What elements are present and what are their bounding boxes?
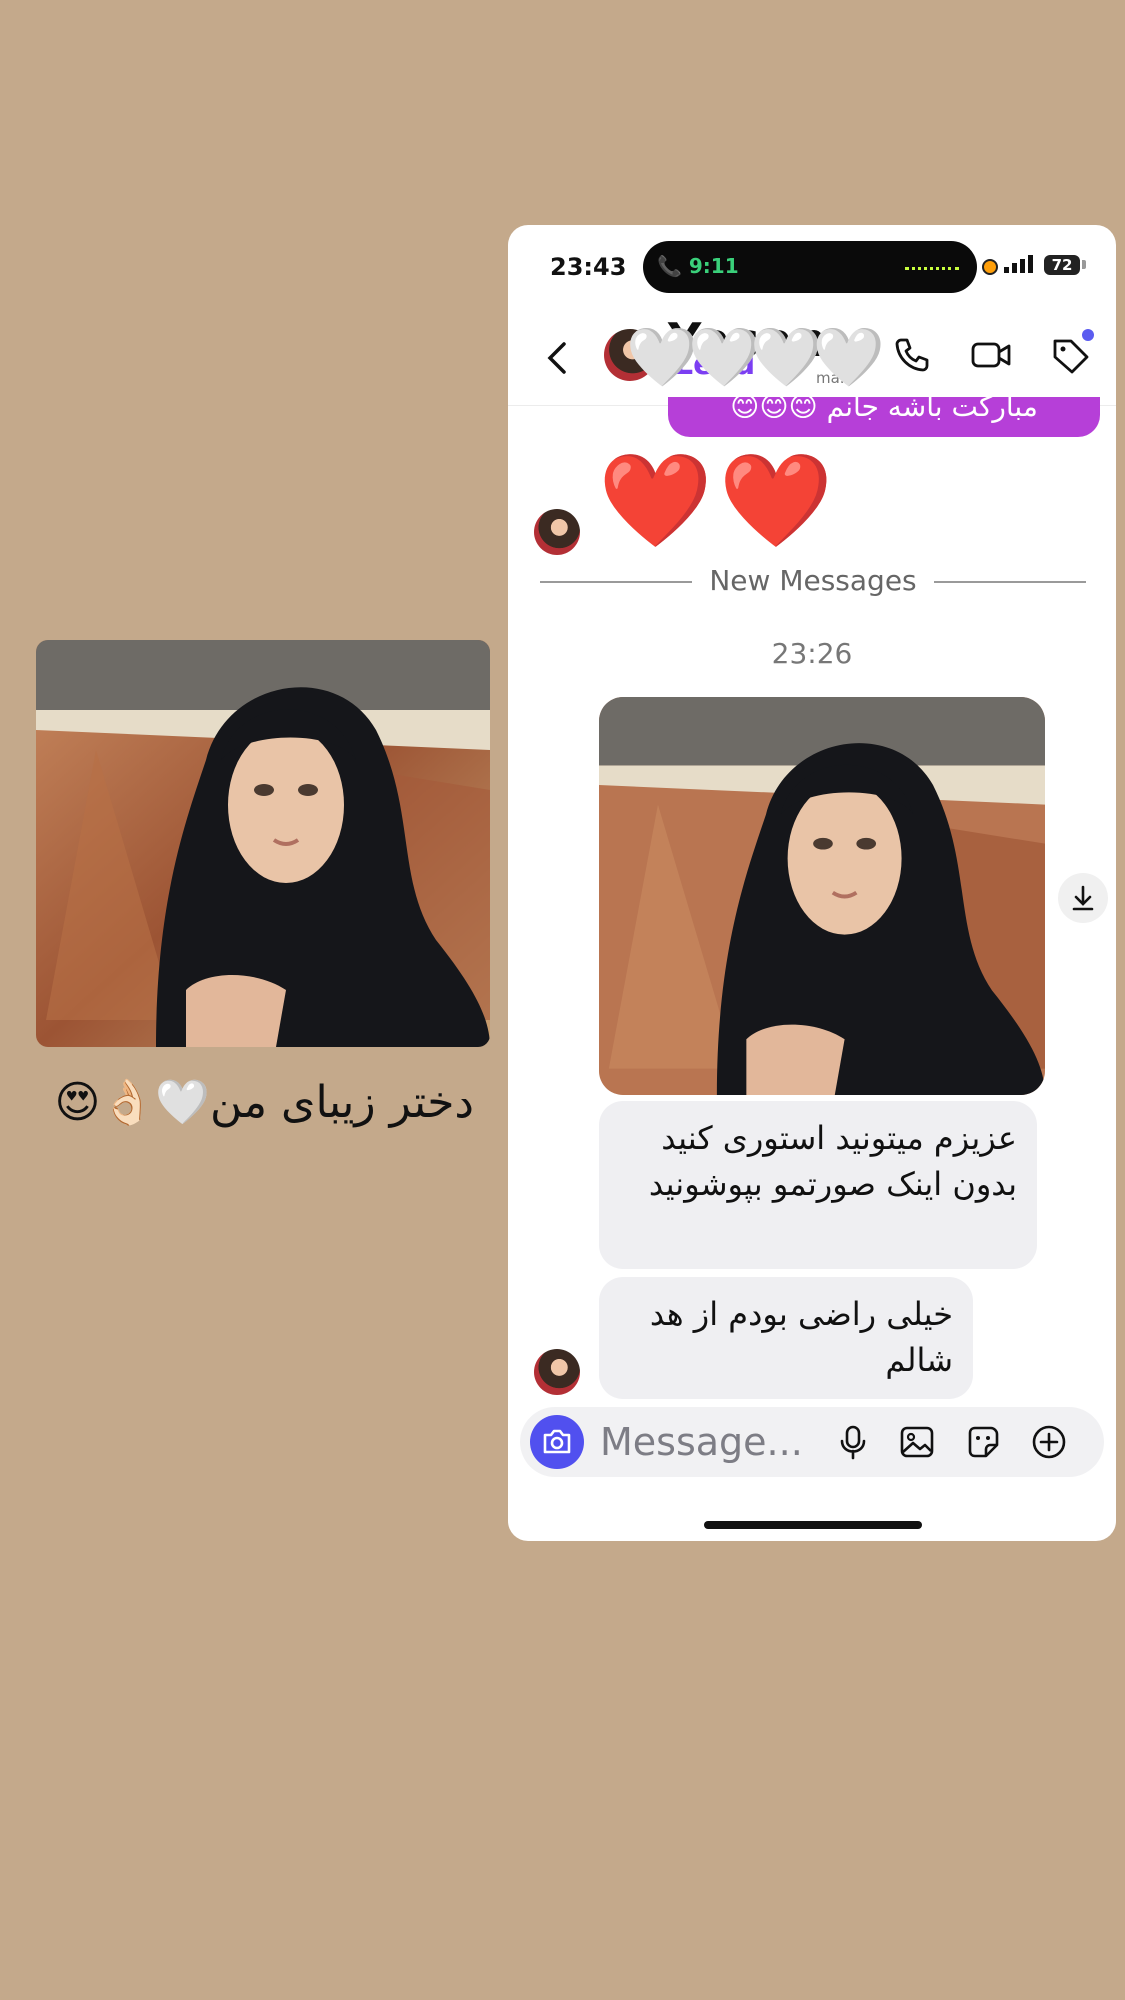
sent-message-bubble[interactable]: مبارکت باشه جانم 😊😊😊 — [668, 397, 1100, 437]
caption-text: دختر زیبای من — [210, 1077, 474, 1128]
home-indicator[interactable] — [704, 1521, 922, 1529]
call-phone-icon: 📞 — [657, 254, 682, 278]
status-time: 23:43 — [550, 253, 627, 281]
camera-button[interactable] — [530, 1415, 584, 1469]
gallery-icon[interactable] — [898, 1423, 936, 1461]
camera-icon — [543, 1429, 571, 1454]
message-timestamp: 23:26 — [771, 637, 853, 670]
phone-icon[interactable] — [892, 335, 932, 375]
divider-line-right — [934, 581, 1086, 583]
plus-circle-icon[interactable] — [1030, 1423, 1068, 1461]
camera-indicator-icon — [982, 259, 998, 275]
heart-reaction-message[interactable]: ❤️❤️ — [598, 447, 839, 555]
message-input[interactable] — [600, 1417, 810, 1467]
chat-header: Yasam Lead ma... 🤍🤍🤍🤍 — [508, 305, 1116, 406]
call-timer: 📞 9:11 — [657, 254, 739, 278]
dynamic-island[interactable]: 📞 9:11 — [643, 241, 977, 293]
audio-wave — [905, 267, 959, 270]
received-message-bubble[interactable]: خیلی راضی بودم از هد شالم — [599, 1277, 973, 1399]
tag-icon[interactable] — [1050, 335, 1092, 377]
signal-icon — [1004, 255, 1033, 273]
received-message-bubble[interactable]: عزیزم میتونید استوری کنید بدون اینک صورت… — [599, 1101, 1037, 1269]
message-composer — [520, 1407, 1104, 1477]
back-chevron-icon[interactable] — [544, 341, 570, 375]
call-time: 9:11 — [688, 254, 739, 278]
download-button[interactable] — [1058, 873, 1108, 923]
sender-avatar[interactable] — [534, 1349, 580, 1395]
new-messages-divider: New Messages — [540, 563, 1086, 599]
video-camera-icon[interactable] — [970, 335, 1012, 375]
photo-message[interactable] — [599, 697, 1045, 1095]
sticker-icon[interactable] — [964, 1423, 1002, 1461]
battery-icon: 72 — [1044, 255, 1080, 275]
status-bar: 23:43 📞 9:11 72 — [508, 225, 1116, 305]
notification-dot — [1082, 329, 1094, 341]
white-hearts-sticker: 🤍🤍🤍🤍 — [626, 323, 885, 391]
phone-screenshot: 23:43 📞 9:11 72 Yasam Lead ma... 🤍🤍🤍🤍 مب… — [508, 225, 1116, 1541]
caption-emojis: 🤍👌🏻😍 — [54, 1077, 210, 1128]
battery-tip — [1082, 260, 1086, 269]
sender-avatar[interactable] — [534, 509, 580, 555]
story-caption: دختر زیبای من🤍👌🏻😍 — [34, 1070, 474, 1136]
download-icon — [1072, 885, 1094, 911]
story-photo — [36, 640, 490, 1047]
microphone-icon[interactable] — [834, 1423, 872, 1461]
